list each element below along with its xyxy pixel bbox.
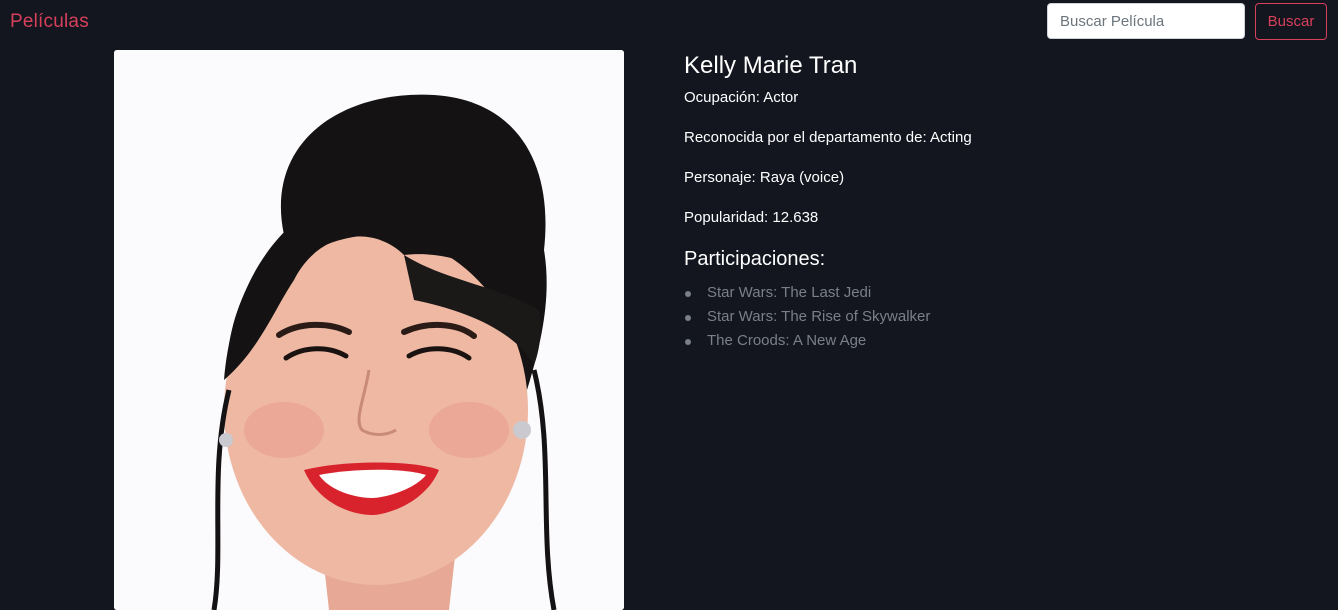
person-department: Reconocida por el departamento de: Actin…	[684, 129, 972, 146]
credit-link[interactable]: Star Wars: The Last Jedi	[707, 284, 871, 301]
person-name: Kelly Marie Tran	[684, 52, 858, 79]
search-input[interactable]	[1047, 3, 1245, 39]
bullet-icon	[685, 291, 691, 297]
list-item: Star Wars: The Last Jedi	[684, 281, 930, 305]
brand-link[interactable]: Películas	[10, 11, 89, 33]
credits-list: Star Wars: The Last Jedi Star Wars: The …	[684, 281, 930, 353]
list-item: The Croods: A New Age	[684, 329, 930, 353]
person-photo-illustration	[114, 50, 624, 610]
search-button[interactable]: Buscar	[1255, 3, 1327, 40]
person-popularity: Popularidad: 12.638	[684, 209, 819, 226]
credit-link[interactable]: The Croods: A New Age	[707, 332, 866, 349]
person-occupation: Ocupación: Actor	[684, 89, 799, 106]
credit-link[interactable]: Star Wars: The Rise of Skywalker	[707, 308, 930, 325]
person-character: Personaje: Raya (voice)	[684, 169, 845, 186]
credits-title: Participaciones:	[684, 248, 826, 270]
navbar: Películas Buscar	[0, 0, 1338, 46]
list-item: Star Wars: The Rise of Skywalker	[684, 305, 930, 329]
person-info: Kelly Marie Tran Ocupación: Actor Recono…	[684, 52, 1284, 349]
person-photo	[114, 50, 624, 610]
bullet-icon	[685, 315, 691, 321]
bullet-icon	[685, 339, 691, 345]
